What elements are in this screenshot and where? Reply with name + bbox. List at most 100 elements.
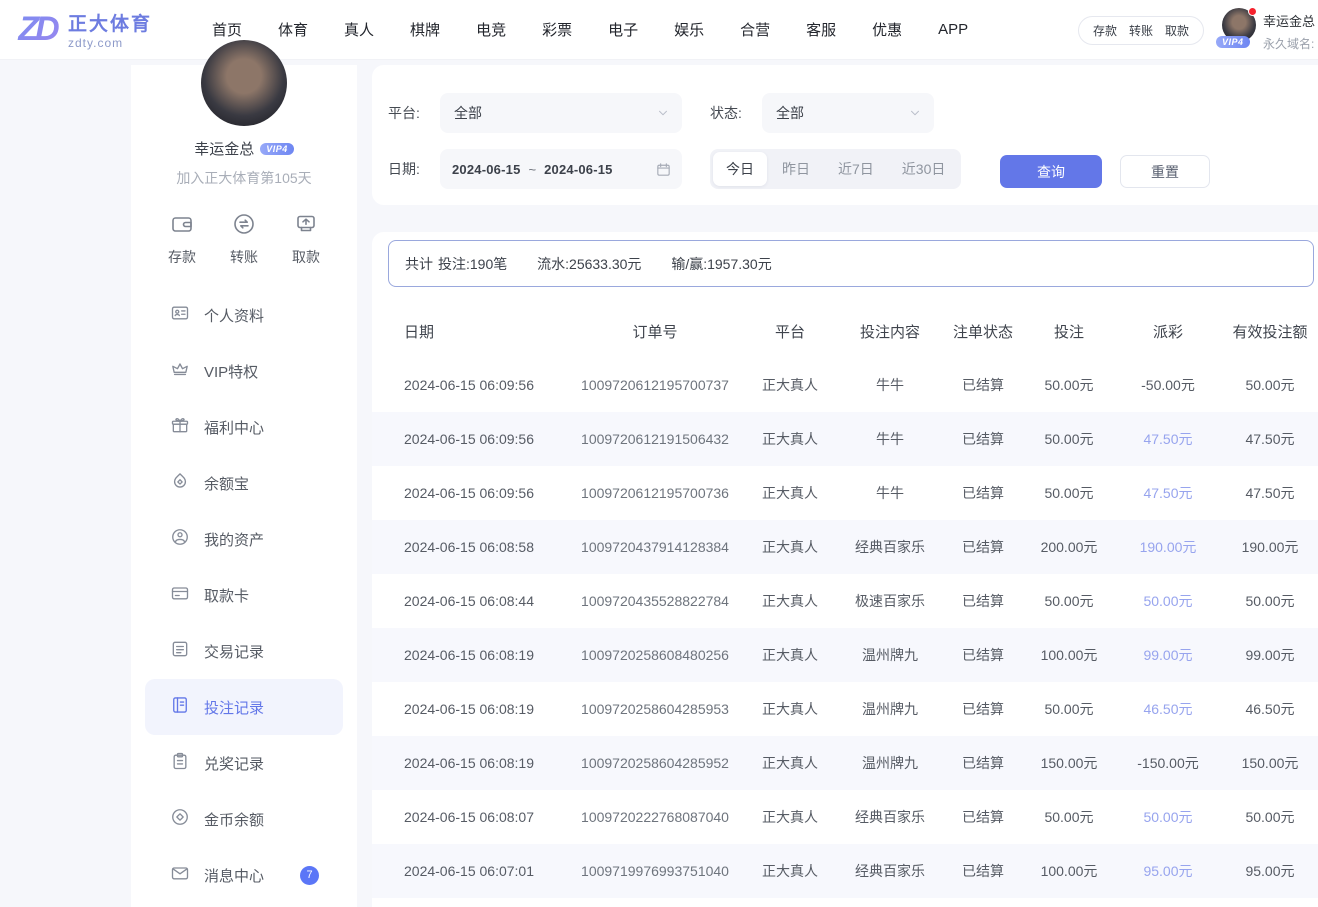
- reset-button[interactable]: 重置: [1120, 155, 1210, 188]
- transfer-icon: [232, 212, 256, 241]
- profile-action-label: 转账: [230, 247, 258, 267]
- assets-icon: [170, 527, 190, 552]
- table-row[interactable]: 2024-06-15 06:09:56 1009720612195700736 …: [372, 466, 1318, 520]
- table-row[interactable]: 2024-06-15 06:08:44 1009720435528822784 …: [372, 574, 1318, 628]
- cell-bet-content: 经典百家乐: [830, 537, 950, 557]
- cell-platform: 正大真人: [750, 861, 830, 881]
- profile-card: 幸运金总 VIP4 加入正大体育第105天 存款 转账 取款: [131, 40, 357, 267]
- wallet-link[interactable]: 转账: [1129, 22, 1153, 39]
- summary-bar: 共计 投注:190笔 流水:25633.30元 输/赢:1957.30元: [388, 240, 1314, 287]
- profile-action-转账[interactable]: 转账: [230, 212, 258, 267]
- summary-label: 共计: [405, 254, 433, 274]
- chevron-down-icon: [656, 106, 670, 120]
- table-row[interactable]: 2024-06-15 06:09:56 1009720612195700737 …: [372, 358, 1318, 412]
- bet-records-table: 日期 订单号 平台 投注内容 注单状态 投注 派彩 有效投注额 2024-06-…: [372, 305, 1318, 898]
- sidebar-item-福利中心[interactable]: 福利中心: [145, 399, 343, 455]
- sidebar-item-我的资产[interactable]: 我的资产: [145, 511, 343, 567]
- cell-order-no: 1009720258608480256: [560, 647, 750, 663]
- sidebar-menu: 个人资料 VIP特权 福利中心 余额宝 我的资产 取款卡 交易记录 投注记录 兑…: [131, 287, 357, 907]
- table-row[interactable]: 2024-06-15 06:08:07 1009720222768087040 …: [372, 790, 1318, 844]
- cell-date: 2024-06-15 06:08:58: [372, 539, 560, 555]
- cell-order-no: 1009720258604285952: [560, 755, 750, 771]
- profile-action-取款[interactable]: 取款: [292, 212, 320, 267]
- cell-status: 已结算: [950, 483, 1016, 503]
- nav-item-0[interactable]: 首页: [212, 19, 242, 40]
- bet-records-icon: [170, 695, 190, 720]
- sidebar-item-取款卡[interactable]: 取款卡: [145, 567, 343, 623]
- profile-action-label: 取款: [292, 247, 320, 267]
- nav-item-5[interactable]: 彩票: [542, 19, 572, 40]
- cell-valid-bet: 47.50元: [1214, 429, 1318, 449]
- nav-item-1[interactable]: 体育: [278, 19, 308, 40]
- filter-panel: 平台: 全部 状态: 全部 日期: 2024-06-15 ~ 2024-06-1…: [372, 65, 1318, 205]
- sidebar-menu-label: 兑奖记录: [204, 753, 264, 774]
- sidebar-item-金币余额[interactable]: 金币余额: [145, 791, 343, 847]
- status-select[interactable]: 全部: [762, 93, 934, 133]
- sidebar-item-VIP特权[interactable]: VIP特权: [145, 343, 343, 399]
- sidebar-item-个人资料[interactable]: 个人资料: [145, 287, 343, 343]
- nav-item-8[interactable]: 合营: [740, 19, 770, 40]
- nav-item-9[interactable]: 客服: [806, 19, 836, 40]
- table-row[interactable]: 2024-06-15 06:08:19 1009720258608480256 …: [372, 628, 1318, 682]
- cell-payout: 99.00元: [1122, 645, 1214, 665]
- sidebar-menu-label: 消息中心: [204, 865, 264, 886]
- date-filter-label: 日期:: [388, 159, 440, 179]
- sidebar-menu-label: 我的资产: [204, 529, 264, 550]
- cell-date: 2024-06-15 06:08:19: [372, 647, 560, 663]
- nav-item-4[interactable]: 电竞: [476, 19, 506, 40]
- table-row[interactable]: 2024-06-15 06:08:19 1009720258604285952 …: [372, 736, 1318, 790]
- range-button-近7日[interactable]: 近7日: [825, 152, 887, 186]
- date-range-picker[interactable]: 2024-06-15 ~ 2024-06-15: [440, 149, 682, 189]
- user-chip[interactable]: VIP4 幸运金总 永久域名:: [1222, 8, 1318, 52]
- column-header-订单号: 订单号: [560, 321, 750, 342]
- profile-action-存款[interactable]: 存款: [168, 212, 196, 267]
- platform-select[interactable]: 全部: [440, 93, 682, 133]
- cell-bet-content: 牛牛: [830, 483, 950, 503]
- cell-date: 2024-06-15 06:09:56: [372, 485, 560, 501]
- range-button-近30日[interactable]: 近30日: [889, 152, 959, 186]
- table-row[interactable]: 2024-06-15 06:07:01 1009719976993751040 …: [372, 844, 1318, 898]
- sidebar-item-交易记录[interactable]: 交易记录: [145, 623, 343, 679]
- cell-status: 已结算: [950, 645, 1016, 665]
- sidebar-item-兑奖记录[interactable]: 兑奖记录: [145, 735, 343, 791]
- sidebar-menu-label: 福利中心: [204, 417, 264, 438]
- cell-bet-amount: 100.00元: [1016, 861, 1122, 881]
- table-row[interactable]: 2024-06-15 06:08:58 1009720437914128384 …: [372, 520, 1318, 574]
- sidebar-item-投注记录[interactable]: 投注记录: [145, 679, 343, 735]
- nav-item-6[interactable]: 电子: [608, 19, 638, 40]
- cell-valid-bet: 50.00元: [1214, 375, 1318, 395]
- cell-status: 已结算: [950, 429, 1016, 449]
- quick-range-group: 今日 昨日 近7日 近30日: [710, 149, 961, 189]
- column-header-派彩: 派彩: [1122, 321, 1214, 342]
- search-button[interactable]: 查询: [1000, 155, 1102, 188]
- sidebar-item-余额宝[interactable]: 余额宝: [145, 455, 343, 511]
- column-header-有效投注额: 有效投注额: [1214, 321, 1318, 342]
- cell-bet-content: 温州牌九: [830, 645, 950, 665]
- joined-days-text: 加入正大体育第105天: [131, 168, 357, 188]
- cell-status: 已结算: [950, 591, 1016, 611]
- nav-item-3[interactable]: 棋牌: [410, 19, 440, 40]
- sidebar-menu-label: VIP特权: [204, 361, 258, 382]
- nav-item-7[interactable]: 娱乐: [674, 19, 704, 40]
- cell-bet-amount: 150.00元: [1016, 753, 1122, 773]
- range-button-昨日[interactable]: 昨日: [769, 152, 823, 186]
- cell-status: 已结算: [950, 537, 1016, 557]
- cell-date: 2024-06-15 06:07:01: [372, 863, 560, 879]
- column-header-投注: 投注: [1016, 321, 1122, 342]
- table-row[interactable]: 2024-06-15 06:08:19 1009720258604285953 …: [372, 682, 1318, 736]
- cell-bet-content: 温州牌九: [830, 699, 950, 719]
- wallet-link[interactable]: 取款: [1165, 22, 1189, 39]
- id-card-icon: [170, 303, 190, 328]
- avatar[interactable]: [201, 40, 287, 126]
- nav-item-11[interactable]: APP: [938, 21, 968, 38]
- sidebar-item-消息中心[interactable]: 消息中心 7: [145, 847, 343, 903]
- sidebar-item-意见反馈[interactable]: 意见反馈: [145, 903, 343, 907]
- nav-item-2[interactable]: 真人: [344, 19, 374, 40]
- crown-icon: [170, 359, 190, 384]
- table-row[interactable]: 2024-06-15 06:09:56 1009720612191506432 …: [372, 412, 1318, 466]
- cell-payout: 50.00元: [1122, 807, 1214, 827]
- wallet-link[interactable]: 存款: [1093, 22, 1117, 39]
- nav-item-10[interactable]: 优惠: [872, 19, 902, 40]
- range-button-今日[interactable]: 今日: [713, 152, 767, 186]
- cell-valid-bet: 99.00元: [1214, 645, 1318, 665]
